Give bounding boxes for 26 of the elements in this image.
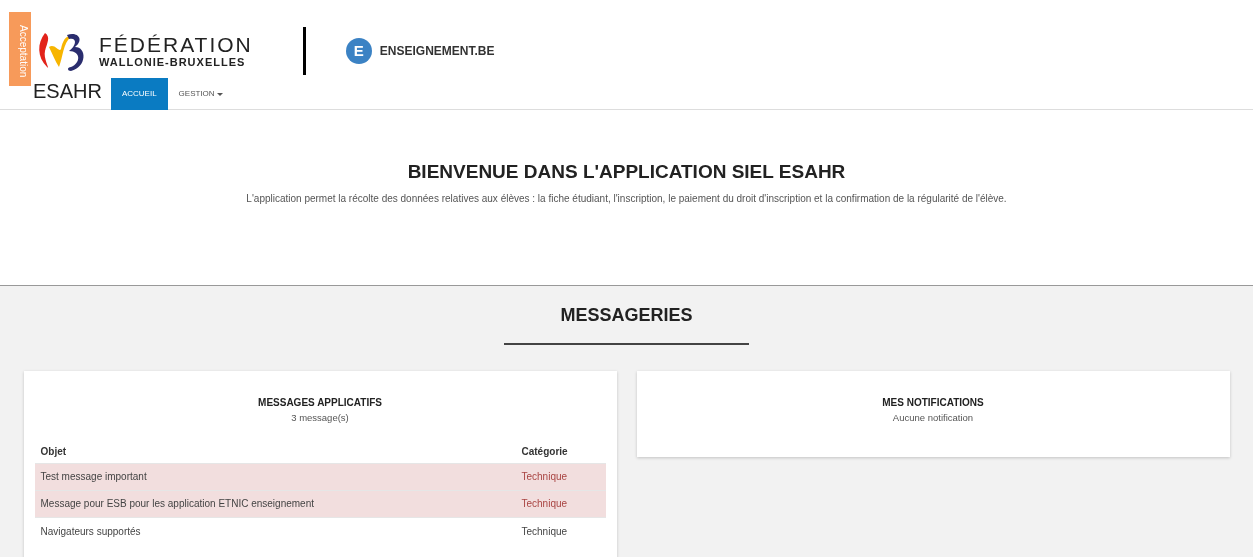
app-name: ESAHR [33,79,102,104]
table-cell: Test message important [34,463,516,491]
table-cell: Message pour ESB pour les application ETNIC enseignement [34,490,516,518]
welcome-title: BIENVENUE DANS L'APPLICATION SIEL ESAHR [407,160,846,184]
logo-title: FÉDÉRATION [99,34,253,55]
message-row[interactable]: Navigateurs supportés Technique [34,517,606,545]
message-row[interactable]: Message pour ESB pour les application ETNIC enseignement Technique [34,490,606,518]
table-cell: Technique [515,490,606,518]
welcome-text: L'application permet la récolte des données relatives aux élèves : la fiche étudiant, l'inscription, le paiement du droit d'inscription et la confirmation de la régularité de l'élève. [245,191,1008,206]
column-header: Objet [34,439,516,464]
nav-tab[interactable]: ACCUEIL [110,78,168,110]
table-cell: Navigateurs supportés [34,517,516,545]
environment-badge: Acceptation [9,12,31,86]
table-cell: Technique [515,517,606,545]
column-header: Catégorie [515,439,606,464]
table-cell: Technique [515,463,606,491]
partner-logo-icon: E [345,38,372,64]
card-title: MESSAGES APPLICATIFS [258,396,382,410]
empty-message: Aucune notification [892,411,974,425]
card-title: MES NOTIFICATIONS [882,396,984,410]
logo-subtitle: WALLONIE-BRUXELLES [99,57,247,68]
partner-name: ENSEIGNEMENT.BE [379,43,495,60]
message-count: 3 message(s) [291,411,349,425]
nav-tab[interactable]: GESTION [167,78,234,110]
message-row[interactable]: Test message important Technique [34,463,606,491]
section-title: MESSAGERIES [560,304,693,327]
